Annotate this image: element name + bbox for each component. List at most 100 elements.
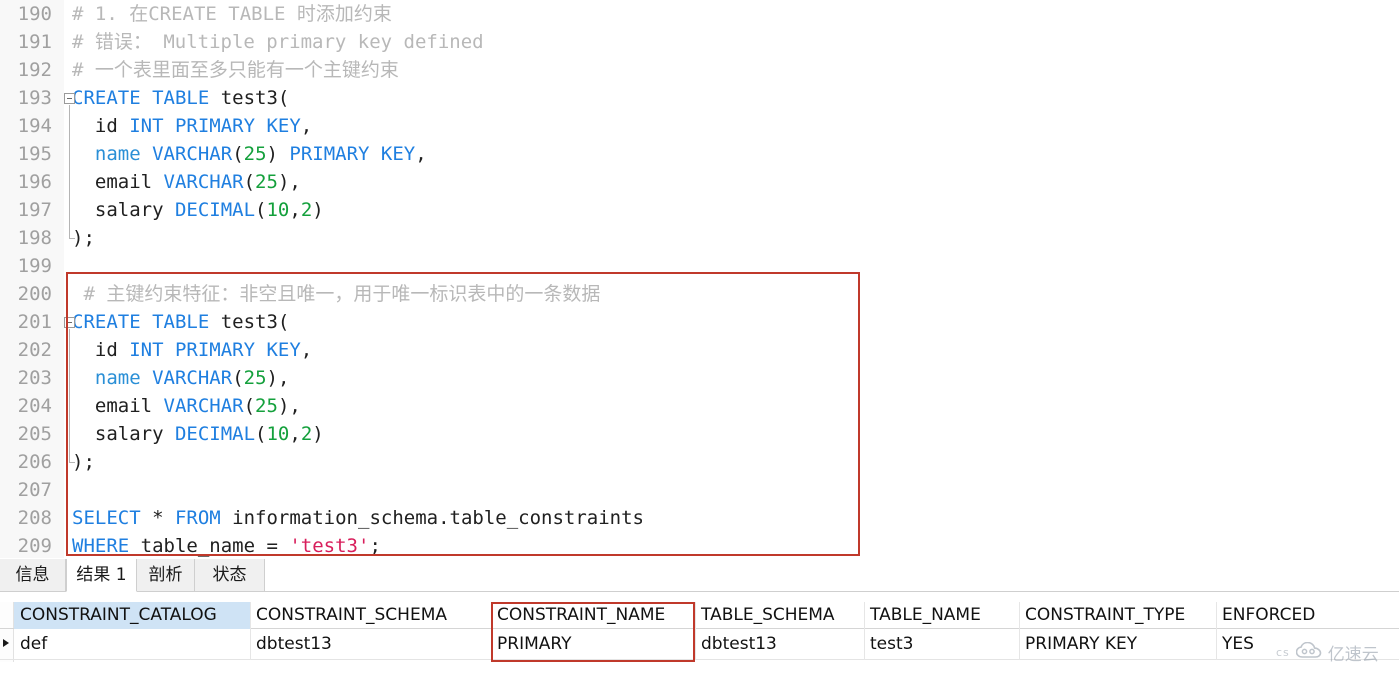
- column-separator[interactable]: [491, 602, 492, 660]
- code-token: VARCHAR: [152, 143, 233, 165]
- code-line[interactable]: 202 id INT PRIMARY KEY,: [0, 336, 1399, 364]
- sql-code-editor[interactable]: 190 # 1. 在CREATE TABLE 时添加约束 191 # 错误： Mult…: [0, 0, 1399, 558]
- column-header[interactable]: TABLE_SCHEMA: [695, 602, 864, 629]
- code-text: # 一个表里面至多只能有一个主键约束: [72, 56, 399, 84]
- code-fold-end-marker: [69, 462, 75, 463]
- watermark: cs 亿速云: [1276, 640, 1379, 665]
- column-separator[interactable]: [695, 602, 696, 660]
- code-line[interactable]: 191 # 错误： Multiple primary key defined: [0, 28, 1399, 56]
- code-token: ): [312, 423, 324, 445]
- code-text: email VARCHAR(25),: [72, 168, 301, 196]
- code-text: # 错误： Multiple primary key defined: [72, 28, 484, 56]
- table-cell[interactable]: PRIMARY KEY: [1019, 629, 1216, 660]
- code-token: VARCHAR: [163, 171, 244, 193]
- sql-client-window: 190 # 1. 在CREATE TABLE 时添加约束 191 # 错误： Mult…: [0, 0, 1399, 673]
- code-line[interactable]: 198);: [0, 224, 1399, 252]
- cloud-logo-icon: [1295, 641, 1322, 663]
- code-token: (: [232, 367, 244, 389]
- code-line[interactable]: 194 id INT PRIMARY KEY,: [0, 112, 1399, 140]
- line-number: 198: [17, 227, 52, 249]
- code-line[interactable]: 190 # 1. 在CREATE TABLE 时添加约束: [0, 0, 1399, 28]
- table-cell[interactable]: PRIMARY: [491, 629, 695, 660]
- code-token: WHERE: [72, 535, 141, 557]
- line-number: 207: [17, 479, 52, 501]
- code-line[interactable]: 207: [0, 476, 1399, 504]
- code-token: FROM: [174, 507, 233, 529]
- code-token: (: [255, 423, 267, 445]
- code-text: name VARCHAR(25) PRIMARY KEY,: [72, 140, 427, 168]
- code-token: 25: [255, 171, 278, 193]
- code-token: (: [243, 171, 256, 193]
- column-header[interactable]: TABLE_NAME: [864, 602, 1019, 629]
- column-separator[interactable]: [250, 602, 251, 660]
- code-token: 10: [266, 199, 290, 221]
- table-cell[interactable]: dbtest13: [695, 629, 864, 660]
- code-text: salary DECIMAL(10,2): [72, 420, 324, 448]
- code-lines-container: 190 # 1. 在CREATE TABLE 时添加约束 191 # 错误： Mult…: [0, 0, 1399, 560]
- code-line[interactable]: 196 email VARCHAR(25),: [0, 168, 1399, 196]
- line-number: 209: [17, 535, 52, 557]
- code-fold-end-marker: [69, 238, 75, 239]
- code-line[interactable]: 195 name VARCHAR(25) PRIMARY KEY,: [0, 140, 1399, 168]
- table-row[interactable]: def dbtest13 PRIMARY dbtest13 test3 PRIMARY K…: [0, 629, 1399, 660]
- code-fold-toggle-icon[interactable]: [64, 317, 75, 328]
- code-line[interactable]: 208 SELECT * FROM information_schema.tabl…: [0, 504, 1399, 532]
- code-line[interactable]: 197 salary DECIMAL(10,2): [0, 196, 1399, 224]
- line-number: 195: [17, 143, 52, 165]
- code-line[interactable]: 199: [0, 252, 1399, 280]
- results-tab-bar[interactable]: 信息 结果 1 剖析 状态: [0, 559, 1399, 592]
- code-token: SELECT: [72, 507, 153, 529]
- code-token: ),: [277, 171, 301, 193]
- result-grid[interactable]: CONSTRAINT_CATALOG CONSTRAINT_SCHEMA CONST…: [0, 592, 1399, 673]
- code-token: 25: [243, 143, 267, 165]
- line-number: 206: [17, 451, 52, 473]
- code-line[interactable]: 209 WHERE table_name = 'test3';: [0, 532, 1399, 560]
- tab-0[interactable]: 信息: [0, 559, 66, 591]
- grid-header-row[interactable]: CONSTRAINT_CATALOG CONSTRAINT_SCHEMA CONST…: [0, 602, 1399, 629]
- code-line[interactable]: 201 CREATE TABLE test3(: [0, 308, 1399, 336]
- column-header[interactable]: ENFORCED: [1216, 602, 1344, 629]
- watermark-cs-text: cs: [1276, 646, 1290, 659]
- column-header[interactable]: CONSTRAINT_NAME: [491, 602, 695, 629]
- code-line[interactable]: 204 email VARCHAR(25),: [0, 392, 1399, 420]
- code-line[interactable]: 192 # 一个表里面至多只能有一个主键约束: [0, 56, 1399, 84]
- code-fold-toggle-icon[interactable]: [64, 93, 75, 104]
- code-line[interactable]: 193 CREATE TABLE test3(: [0, 84, 1399, 112]
- watermark-label: 亿速云: [1327, 645, 1379, 665]
- code-token: (: [243, 395, 256, 417]
- code-text: CREATE TABLE test3(: [72, 308, 289, 336]
- code-text: salary DECIMAL(10,2): [72, 196, 324, 224]
- column-header[interactable]: CONSTRAINT_CATALOG: [14, 602, 250, 629]
- column-separator[interactable]: [1216, 602, 1217, 660]
- line-number: 199: [17, 255, 52, 277]
- code-token: information_schema.table_constraints: [232, 507, 644, 529]
- code-token: email: [72, 171, 164, 193]
- code-token: CREATE TABLE: [72, 87, 221, 109]
- current-row-caret-icon: [3, 639, 9, 647]
- table-cell[interactable]: dbtest13: [250, 629, 491, 660]
- code-text: id INT PRIMARY KEY,: [72, 112, 312, 140]
- code-token: 2: [300, 423, 313, 445]
- code-token: INT PRIMARY KEY: [129, 115, 301, 137]
- tab-2[interactable]: 剖析: [137, 559, 195, 591]
- line-number: 201: [17, 311, 52, 333]
- table-cell[interactable]: test3: [864, 629, 1019, 660]
- code-line[interactable]: 203 name VARCHAR(25),: [0, 364, 1399, 392]
- column-separator[interactable]: [864, 602, 865, 660]
- code-line[interactable]: 205 salary DECIMAL(10,2): [0, 420, 1399, 448]
- code-token: INT PRIMARY KEY: [129, 339, 301, 361]
- tab-1[interactable]: 结果 1: [66, 559, 137, 592]
- line-number: 205: [17, 423, 52, 445]
- line-number: 196: [17, 171, 52, 193]
- code-token: ): [266, 143, 290, 165]
- tab-3[interactable]: 状态: [195, 559, 265, 591]
- table-cell[interactable]: def: [14, 629, 250, 660]
- code-line[interactable]: 200 # 主键约束特征：非空且唯一，用于唯一标识表中的一条数据: [0, 280, 1399, 308]
- column-separator[interactable]: [1019, 602, 1020, 660]
- code-token: # 错误： Multiple primary key defined: [72, 31, 484, 53]
- code-line[interactable]: 206);: [0, 448, 1399, 476]
- column-header[interactable]: CONSTRAINT_SCHEMA: [250, 602, 491, 629]
- column-header[interactable]: CONSTRAINT_TYPE: [1019, 602, 1216, 629]
